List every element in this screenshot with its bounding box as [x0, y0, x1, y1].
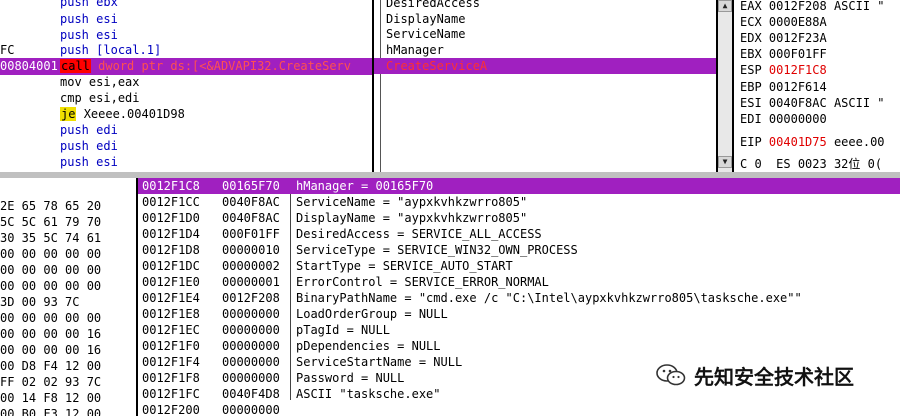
operand: Xeeee.00401D98	[83, 107, 185, 121]
dump-row: 00 00 00 00 00	[0, 279, 102, 293]
operand: esi	[96, 155, 118, 169]
pane-divider[interactable]	[372, 0, 373, 172]
mnemonic: push	[60, 123, 89, 137]
wechat-icon	[656, 364, 686, 386]
registers-pane[interactable]: EAX 0012F208 ASCII " ECX 0000E88A EDX 00…	[734, 0, 900, 172]
dump-row: 2E 65 78 65 20	[0, 199, 102, 213]
pane-divider[interactable]	[136, 178, 138, 416]
stack-row[interactable]: 0012F1DC 00000002 StartType = SERVICE_AUTO…	[138, 258, 900, 274]
call-mnemonic: call	[60, 59, 91, 73]
operand: dword ptr ds:[<&ADVAPI32.CreateServ	[98, 59, 352, 73]
mnemonic: push	[60, 28, 89, 42]
mnemonic: cmp	[60, 91, 82, 105]
dump-row: 3D 00 93 7C	[0, 295, 80, 309]
comment-row: DesiredAccess	[386, 0, 480, 10]
register-row[interactable]: ECX 0000E88A	[740, 14, 834, 31]
register-row[interactable]: ESI 0040F8AC ASCII "	[740, 95, 885, 112]
mnemonic: push	[60, 12, 89, 26]
operand: edi	[96, 123, 118, 137]
stack-row[interactable]: 0012F1CC 0040F8AC ServiceName = "aypxkvhkz…	[138, 194, 900, 210]
dump-row: 00 00 00 00 00	[0, 311, 102, 325]
dump-row: 00 D8 F4 12 00	[0, 359, 102, 373]
comment-row-selected: CreateServiceA	[374, 58, 716, 74]
stack-row-selected[interactable]: 0012F1C8 00165F70 hManager = 00165F70	[138, 178, 900, 194]
disasm-scrollbar[interactable]: ▲ ▼	[718, 0, 732, 172]
register-row[interactable]: EBX 000F01FF	[740, 46, 834, 63]
dump-row: 00 00 00 00 16	[0, 327, 102, 341]
operand: esi	[96, 28, 118, 42]
watermark: 先知安全技术社区	[656, 360, 854, 390]
dump-row: 00 00 00 00 00	[0, 263, 102, 277]
disasm-row-selected[interactable]: 00804001 call dword ptr ds:[<&ADVAPI32.Cr…	[0, 58, 372, 75]
flags-row[interactable]: C 0 ES 0023 32位 0(	[740, 156, 882, 172]
dump-row: 00 00 00 00 16	[0, 343, 102, 357]
mnemonic: push	[60, 139, 89, 153]
watermark-text: 先知安全技术社区	[694, 364, 854, 389]
comment-row: DisplayName	[386, 12, 466, 26]
stack-row[interactable]: 0012F1E8 00000000 LoadOrderGroup = NULL	[138, 306, 900, 322]
operand: [local.1]	[96, 43, 162, 57]
register-row[interactable]: EBP 0012F614	[740, 79, 834, 96]
operand: esi	[96, 12, 118, 26]
register-row[interactable]: EDI 00000000	[740, 111, 834, 128]
stack-row[interactable]: 0012F1F0 00000000 pDependencies = NULL	[138, 338, 900, 354]
stack-row[interactable]: 0012F1D4 000F01FF DesiredAccess = SERVICE_…	[138, 226, 900, 242]
scroll-down-icon[interactable]: ▼	[718, 156, 732, 168]
dump-row: 00 00 00 00 00	[0, 247, 102, 261]
operand: esi,eax	[88, 75, 140, 89]
je-mnemonic: je	[60, 107, 77, 121]
mnemonic: push	[60, 43, 89, 57]
hex-dump-pane[interactable]: 2E 65 78 65 20 5C 5C 61 79 70 30 35 5C 7…	[0, 178, 136, 416]
register-row[interactable]: EDX 0012F23A	[740, 30, 834, 47]
stack-row[interactable]: 0012F1E4 0012F208 BinaryPathName = "cmd.ex…	[138, 290, 900, 306]
register-row[interactable]: EAX 0012F208 ASCII "	[740, 0, 885, 15]
call-bracket	[380, 0, 381, 172]
mnemonic: mov	[60, 75, 82, 89]
scroll-up-icon[interactable]: ▲	[718, 0, 732, 12]
dump-row: 00 B0 F3 12 00	[0, 407, 102, 416]
stack-row[interactable]: 0012F1EC 00000000 pTagId = NULL	[138, 322, 900, 338]
arg-bracket	[290, 194, 291, 400]
dump-row: 5C 5C 61 79 70	[0, 215, 102, 229]
stack-row[interactable]: 0012F200 00000000	[138, 402, 900, 416]
dump-row: 30 35 5C 74 61	[0, 231, 102, 245]
stack-row[interactable]: 0012F1D0 0040F8AC DisplayName = "aypxkvhkz…	[138, 210, 900, 226]
comment-pane[interactable]: DesiredAccess DisplayName ServiceName hM…	[374, 0, 716, 172]
comment-row: ServiceName	[386, 27, 466, 41]
stack-row[interactable]: 0012F1D8 00000010 ServiceType = SERVICE_WI…	[138, 242, 900, 258]
operand: ebx	[96, 0, 118, 9]
stack-row[interactable]: 0012F1E0 00000001 ErrorControl = SERVICE_E…	[138, 274, 900, 290]
comment-row: hManager	[386, 43, 444, 57]
mnemonic: push	[60, 0, 89, 9]
operand: esi,edi	[88, 91, 140, 105]
dump-row: 00 14 F8 12 00	[0, 391, 102, 405]
register-row[interactable]: ESP 0012F1C8	[740, 62, 834, 79]
mnemonic: push	[60, 155, 89, 169]
register-row[interactable]: EIP 00401D75 eeee.00	[740, 134, 885, 151]
dump-row: FF 02 02 93 7C	[0, 375, 102, 389]
disassembly-pane[interactable]: push ebx push esi push esi FC push [local…	[0, 0, 372, 172]
operand: edi	[96, 139, 118, 153]
